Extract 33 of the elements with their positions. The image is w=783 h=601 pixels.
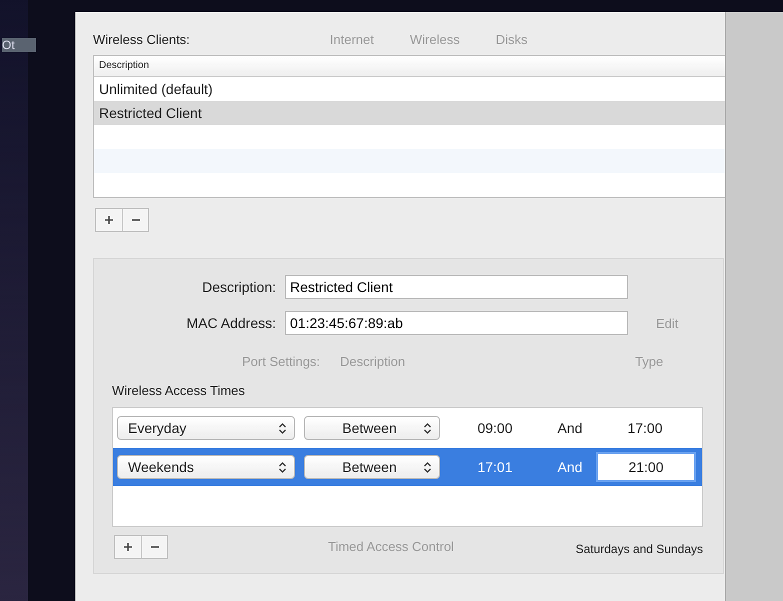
column-header: Type bbox=[635, 354, 664, 368]
field-label: MAC Address: bbox=[186, 315, 277, 331]
schedule-summary: Saturdays and Sundays bbox=[576, 542, 703, 556]
stepper-arrows-icon bbox=[279, 422, 286, 434]
port-settings-label: Port Settings: bbox=[242, 354, 320, 368]
description-field[interactable]: Restricted Client bbox=[285, 275, 628, 299]
mode-popup[interactable]: Between bbox=[304, 416, 440, 440]
end-time-field[interactable]: 21:00 bbox=[596, 452, 696, 482]
stepper-arrows-icon bbox=[424, 422, 431, 434]
end-time: 17:00 bbox=[626, 420, 664, 436]
minus-icon bbox=[150, 543, 158, 551]
client-row[interactable]: Restricted Client bbox=[94, 101, 725, 125]
section-label: Wireless Access Times bbox=[112, 383, 246, 400]
days-popup[interactable]: Weekends bbox=[117, 455, 295, 479]
window-label: Ot bbox=[2, 38, 36, 52]
mac-address-field[interactable]: 01:23:45:67:89:ab bbox=[285, 311, 628, 335]
and-label: And bbox=[556, 459, 584, 475]
days-popup[interactable]: Everyday bbox=[117, 416, 295, 440]
field-label: Description: bbox=[201, 279, 277, 295]
schedule-row[interactable]: Everyday Between 09:00 And 17:00 bbox=[113, 408, 702, 448]
client-row[interactable]: Unlimited (default) bbox=[94, 77, 725, 101]
mode-popup[interactable]: Between bbox=[304, 455, 440, 479]
schedule-row[interactable]: Weekends Between 17:01 And 21:00 bbox=[113, 448, 702, 486]
and-label: And bbox=[556, 420, 584, 436]
plus-icon bbox=[105, 216, 113, 224]
stepper-arrows-icon bbox=[424, 462, 431, 472]
column-header: Description bbox=[340, 354, 406, 368]
start-time: 17:01 bbox=[476, 459, 514, 475]
start-time: 09:00 bbox=[476, 420, 514, 436]
minus-icon bbox=[132, 216, 140, 224]
stepper-arrows-icon bbox=[279, 462, 286, 472]
plus-icon bbox=[124, 543, 132, 551]
section-label: Wireless Clients: bbox=[93, 32, 190, 47]
